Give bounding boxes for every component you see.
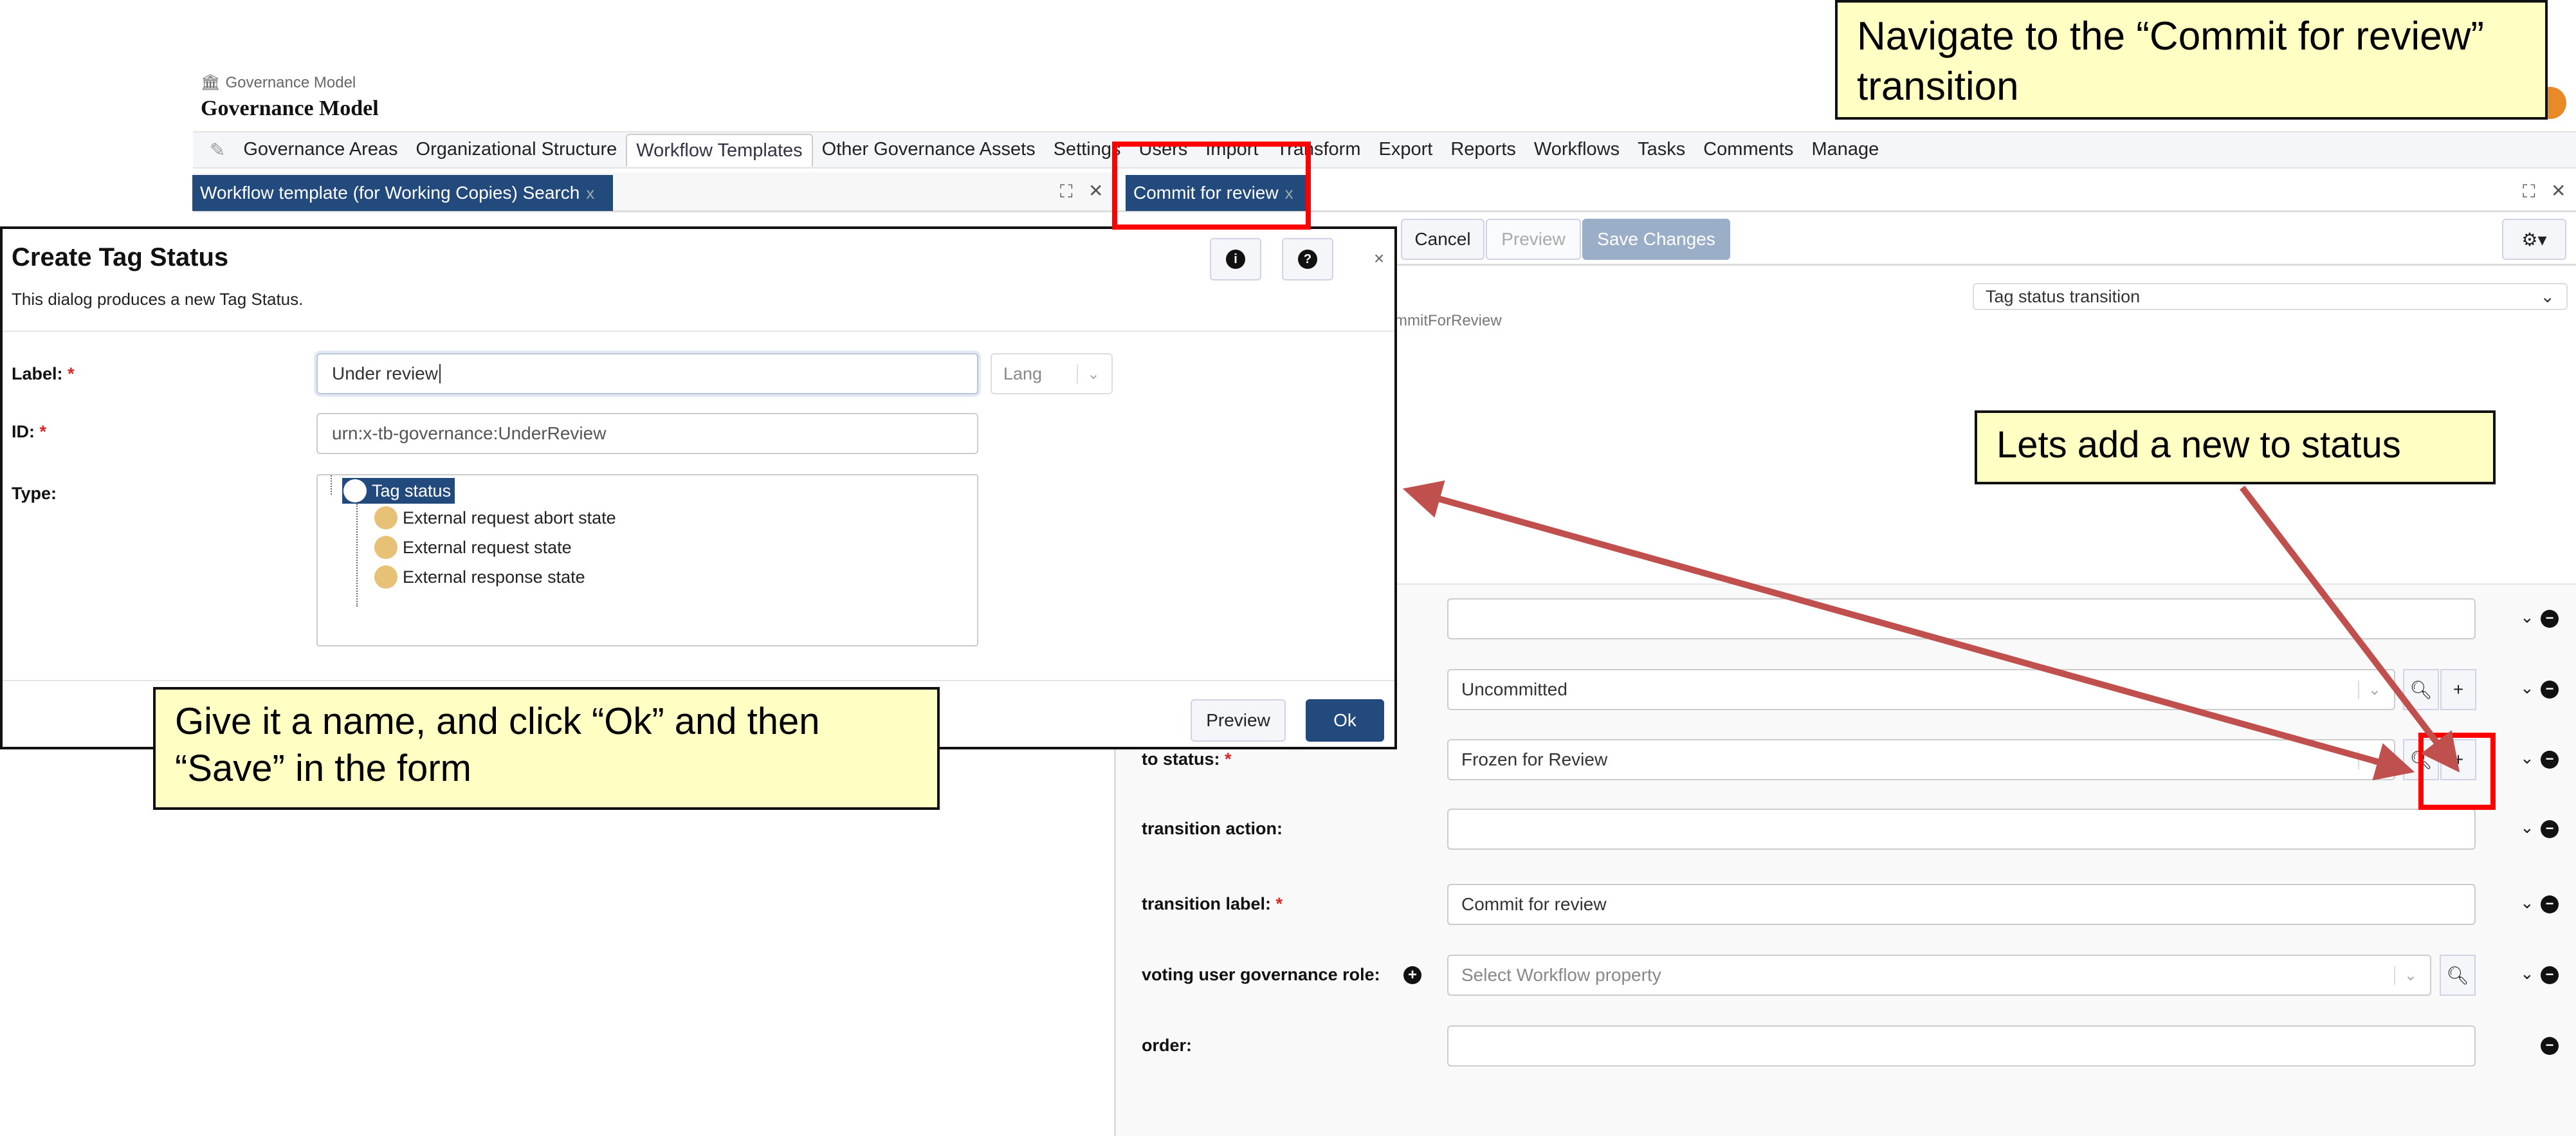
arrow	[2240, 485, 2460, 773]
callout-navigate: Navigate to the “Commit for review” tran…	[1835, 0, 2548, 120]
arrow	[1402, 480, 2415, 781]
annotation-arrows	[1402, 480, 2460, 781]
callout-name-it: Give it a name, and click “Ok” and then …	[153, 687, 940, 810]
callout-add-status: Lets add a new to status	[1975, 410, 2496, 484]
